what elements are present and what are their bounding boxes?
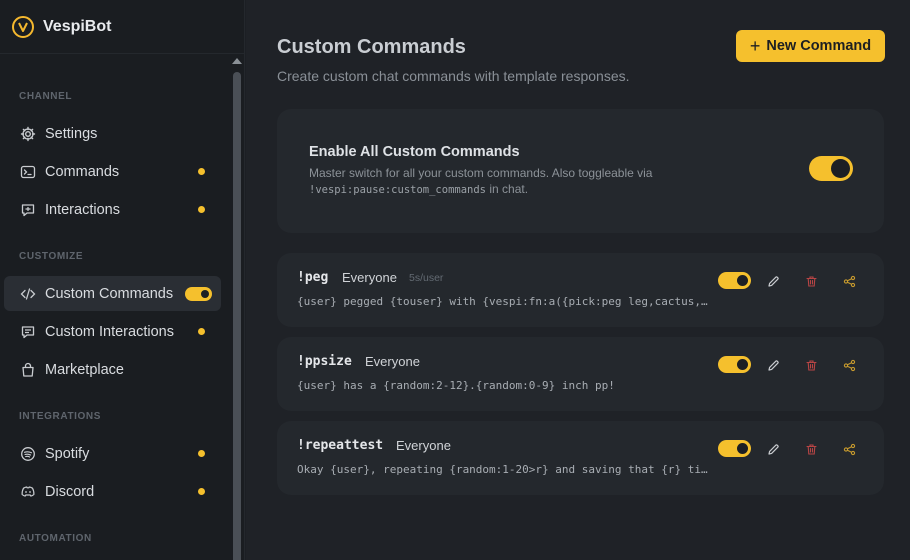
- section-label-customize: CUSTOMIZE: [19, 251, 84, 262]
- section-label-channel: CHANNEL: [19, 91, 73, 102]
- new-command-button[interactable]: + New Command: [736, 30, 885, 62]
- shopping-bag-icon: [19, 361, 37, 379]
- sidebar-item-label: Commands: [45, 163, 120, 180]
- sidebar-item-commands[interactable]: Commands: [4, 154, 221, 189]
- main-content: Custom Commands Create custom chat comma…: [246, 0, 910, 560]
- sidebar-item-interactions[interactable]: Interactions: [4, 192, 221, 227]
- sidebar-item-label: Custom Interactions: [45, 323, 174, 340]
- command-cooldown: 5s/user: [409, 272, 444, 284]
- sidebar-item-discord[interactable]: Discord: [4, 474, 221, 509]
- enabled-toggle[interactable]: [185, 287, 212, 301]
- command-response: {user} has a {random:2-12}.{random:0-9} …: [297, 379, 615, 392]
- status-dot: [198, 206, 205, 213]
- edit-icon[interactable]: [764, 272, 782, 290]
- command-toggle[interactable]: [718, 356, 751, 373]
- master-switch-card: Enable All Custom Commands Master switch…: [277, 109, 884, 233]
- page-subtitle: Create custom chat commands with templat…: [277, 68, 630, 84]
- command-toggle[interactable]: [718, 272, 751, 289]
- share-icon[interactable]: [840, 440, 858, 458]
- spotify-icon: [19, 445, 37, 463]
- command-permission: Everyone: [342, 270, 397, 285]
- section-label-automation: AUTOMATION: [19, 533, 92, 544]
- delete-icon[interactable]: [802, 356, 820, 374]
- sidebar-item-spotify[interactable]: Spotify: [4, 436, 221, 471]
- master-desc-text: Master switch for all your custom comman…: [309, 166, 653, 180]
- edit-icon[interactable]: [764, 440, 782, 458]
- master-switch-title: Enable All Custom Commands: [309, 144, 520, 160]
- terminal-icon: [19, 163, 37, 181]
- command-card: !repeattest Everyone Okay {user}, repeat…: [277, 421, 884, 495]
- sidebar: VespiBot CHANNEL Settings Commands Inter…: [0, 0, 245, 560]
- gear-icon: [19, 125, 37, 143]
- discord-icon: [19, 483, 37, 501]
- section-label-integrations: INTEGRATIONS: [19, 411, 102, 422]
- sidebar-item-settings[interactable]: Settings: [4, 116, 221, 151]
- sidebar-item-label: Custom Commands: [45, 285, 174, 302]
- command-response: Okay {user}, repeating {random:1-20>r} a…: [297, 463, 709, 476]
- edit-icon[interactable]: [764, 356, 782, 374]
- command-response: {user} pegged {touser} with {vespi:fn:a(…: [297, 295, 709, 308]
- command-name: !repeattest: [297, 438, 384, 453]
- command-permission: Everyone: [365, 354, 420, 369]
- sidebar-item-custom-commands[interactable]: Custom Commands: [4, 276, 221, 311]
- delete-icon[interactable]: [802, 440, 820, 458]
- command-name: !peg: [297, 270, 329, 285]
- app-name: VespiBot: [43, 17, 112, 35]
- status-dot: [198, 450, 205, 457]
- sidebar-item-label: Spotify: [45, 445, 90, 462]
- share-icon[interactable]: [840, 356, 858, 374]
- sidebar-item-label: Interactions: [45, 201, 120, 218]
- status-dot: [198, 168, 205, 175]
- new-command-label: New Command: [766, 38, 872, 54]
- status-dot: [198, 328, 205, 335]
- chat-lines-icon: [19, 323, 37, 341]
- master-switch-description: Master switch for all your custom comman…: [309, 165, 729, 198]
- delete-icon[interactable]: [802, 272, 820, 290]
- command-card: !ppsize Everyone {user} has a {random:2-…: [277, 337, 884, 411]
- sidebar-item-custom-interactions[interactable]: Custom Interactions: [4, 314, 221, 349]
- status-dot: [198, 488, 205, 495]
- sidebar-item-marketplace[interactable]: Marketplace: [4, 352, 221, 387]
- sidebar-item-label: Settings: [45, 125, 98, 142]
- page-title: Custom Commands: [277, 36, 466, 58]
- scroll-up-arrow-icon[interactable]: [232, 58, 242, 64]
- chat-icon: [19, 201, 37, 219]
- plus-icon: +: [749, 35, 761, 56]
- master-desc-suffix: in chat.: [486, 182, 529, 196]
- sidebar-item-label: Marketplace: [45, 361, 124, 378]
- command-toggle[interactable]: [718, 440, 751, 457]
- brand[interactable]: VespiBot: [0, 0, 244, 54]
- sidebar-scrollbar[interactable]: [231, 56, 243, 560]
- pause-command-code: !vespi:pause:custom_commands: [309, 184, 487, 196]
- command-card: !peg Everyone 5s/user {user} pegged {tou…: [277, 253, 884, 327]
- sidebar-item-label: Discord: [45, 483, 95, 500]
- share-icon[interactable]: [840, 272, 858, 290]
- scroll-thumb[interactable]: [233, 72, 241, 560]
- command-name: !ppsize: [297, 354, 352, 369]
- vespibot-logo-icon: [12, 15, 34, 38]
- enable-all-toggle[interactable]: [809, 156, 853, 181]
- command-permission: Everyone: [396, 438, 451, 453]
- code-icon: [19, 285, 37, 303]
